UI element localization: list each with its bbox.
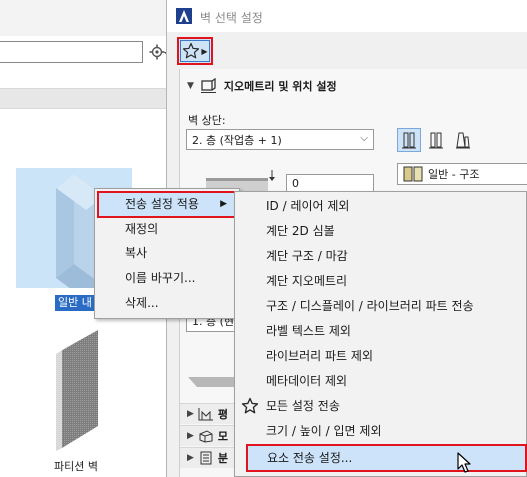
- wall-mode-button-1[interactable]: [397, 128, 421, 152]
- panel-header-band: [0, 88, 172, 109]
- geometry-icon: [200, 78, 216, 93]
- model-section-row[interactable]: ▶ 모: [180, 425, 240, 446]
- building-material-icon: [403, 166, 423, 182]
- panel-toolbar: [0, 0, 172, 36]
- submenu-item-element-transfer-settings[interactable]: 요소 전송 설정...: [246, 444, 527, 472]
- submenu-item-exclude-library-part[interactable]: 라이브러리 파트 제외: [235, 344, 526, 368]
- floor-plan-icon: [198, 408, 213, 421]
- submenu-item-transfer-structure-display-library[interactable]: 구조 / 디스플레이 / 라이브러리 파트 전송: [235, 294, 526, 318]
- submenu-item-stair-structure-finish[interactable]: 계단 구조 / 마감: [235, 244, 526, 268]
- chevron-down-icon: ⌵: [360, 133, 368, 144]
- menu-item-delete[interactable]: 삭제...: [95, 292, 239, 314]
- submenu-item-stair-geometry[interactable]: 계단 지오메트리: [235, 269, 526, 293]
- submenu-item-exclude-id-layer[interactable]: ID / 레이어 제외: [235, 194, 526, 218]
- sub-row-label: 모: [217, 430, 229, 443]
- top-link-label: 벽 상단:: [188, 114, 226, 127]
- expand-triangle-icon: ▶: [187, 409, 194, 419]
- dialog-titlebar: 벽 선택 설정: [167, 0, 527, 32]
- wall-mode-button-3[interactable]: [451, 128, 475, 152]
- sub-row-label: 평: [217, 408, 229, 421]
- mouse-cursor-icon: [457, 452, 471, 473]
- favorite-caption[interactable]: 일반 내: [55, 295, 98, 311]
- submenu-item-exclude-metadata[interactable]: 메타데이터 제외: [235, 369, 526, 393]
- document-icon: [200, 451, 212, 465]
- partition-wall-thumbnail[interactable]: [52, 330, 112, 452]
- wall-straight-icon: [402, 132, 416, 149]
- submenu-arrow-icon: ▶: [220, 199, 227, 209]
- menu-item-rename[interactable]: 이름 바꾸기...: [95, 267, 239, 289]
- top-link-select[interactable]: 2. 층 (작업층 + 1) ⌵: [186, 129, 374, 150]
- submenu-item-exclude-size-height-elevation[interactable]: 크기 / 높이 / 입면 제외: [235, 419, 526, 443]
- favorite-caption[interactable]: 파티션 벽: [54, 458, 98, 474]
- submenu-item-stair-2d-symbol[interactable]: 계단 2D 심볼: [235, 219, 526, 243]
- dialog-title: 벽 선택 설정: [200, 11, 263, 25]
- model-cube-icon: [199, 430, 213, 443]
- menu-item-copy[interactable]: 복사: [95, 242, 239, 264]
- search-input[interactable]: [0, 41, 143, 63]
- menu-item-label: 전송 설정 적용: [125, 197, 199, 211]
- structure-select[interactable]: 일반 - 구조: [397, 163, 527, 185]
- menu-item-redefine[interactable]: 재정의: [95, 218, 239, 240]
- expand-triangle-icon: ▶: [187, 431, 194, 441]
- geometry-section-header[interactable]: ▼ 지오메트리 및 위치 설정: [180, 75, 527, 97]
- favorite-context-menu: 전송 설정 적용 ▶ 재정의 복사 이름 바꾸기... 삭제...: [94, 188, 240, 319]
- wall-mode-button-2[interactable]: [424, 128, 448, 152]
- transfer-settings-submenu: ID / 레이어 제외 계단 2D 심볼 계단 구조 / 마감 계단 지오메트리…: [234, 191, 527, 477]
- wall-profiled-icon: [456, 132, 470, 149]
- submenu-item-transfer-all-settings[interactable]: 모든 설정 전송: [235, 394, 526, 418]
- wall-slanted-icon: [429, 132, 443, 149]
- star-icon: [183, 42, 200, 59]
- menu-item-apply-transfer-settings[interactable]: 전송 설정 적용 ▶: [97, 191, 237, 218]
- sub-row-label: 분: [217, 452, 229, 465]
- floor-plan-section-row[interactable]: ▶ 평: [180, 403, 240, 424]
- collapse-triangle-icon: ▼: [187, 81, 194, 91]
- top-link-value: 2. 층 (작업층 + 1): [192, 133, 282, 147]
- expand-triangle-icon: ▶: [187, 453, 194, 463]
- structure-value: 일반 - 구조: [428, 168, 480, 181]
- chevron-right-icon: ▶: [201, 46, 208, 56]
- submenu-item-exclude-label-text[interactable]: 라벨 텍스트 제외: [235, 319, 526, 343]
- app-icon: [176, 8, 192, 24]
- section-title: 지오메트리 및 위치 설정: [223, 80, 337, 93]
- favorites-button[interactable]: ▶: [177, 37, 213, 65]
- classification-section-row[interactable]: ▶ 분: [180, 447, 240, 468]
